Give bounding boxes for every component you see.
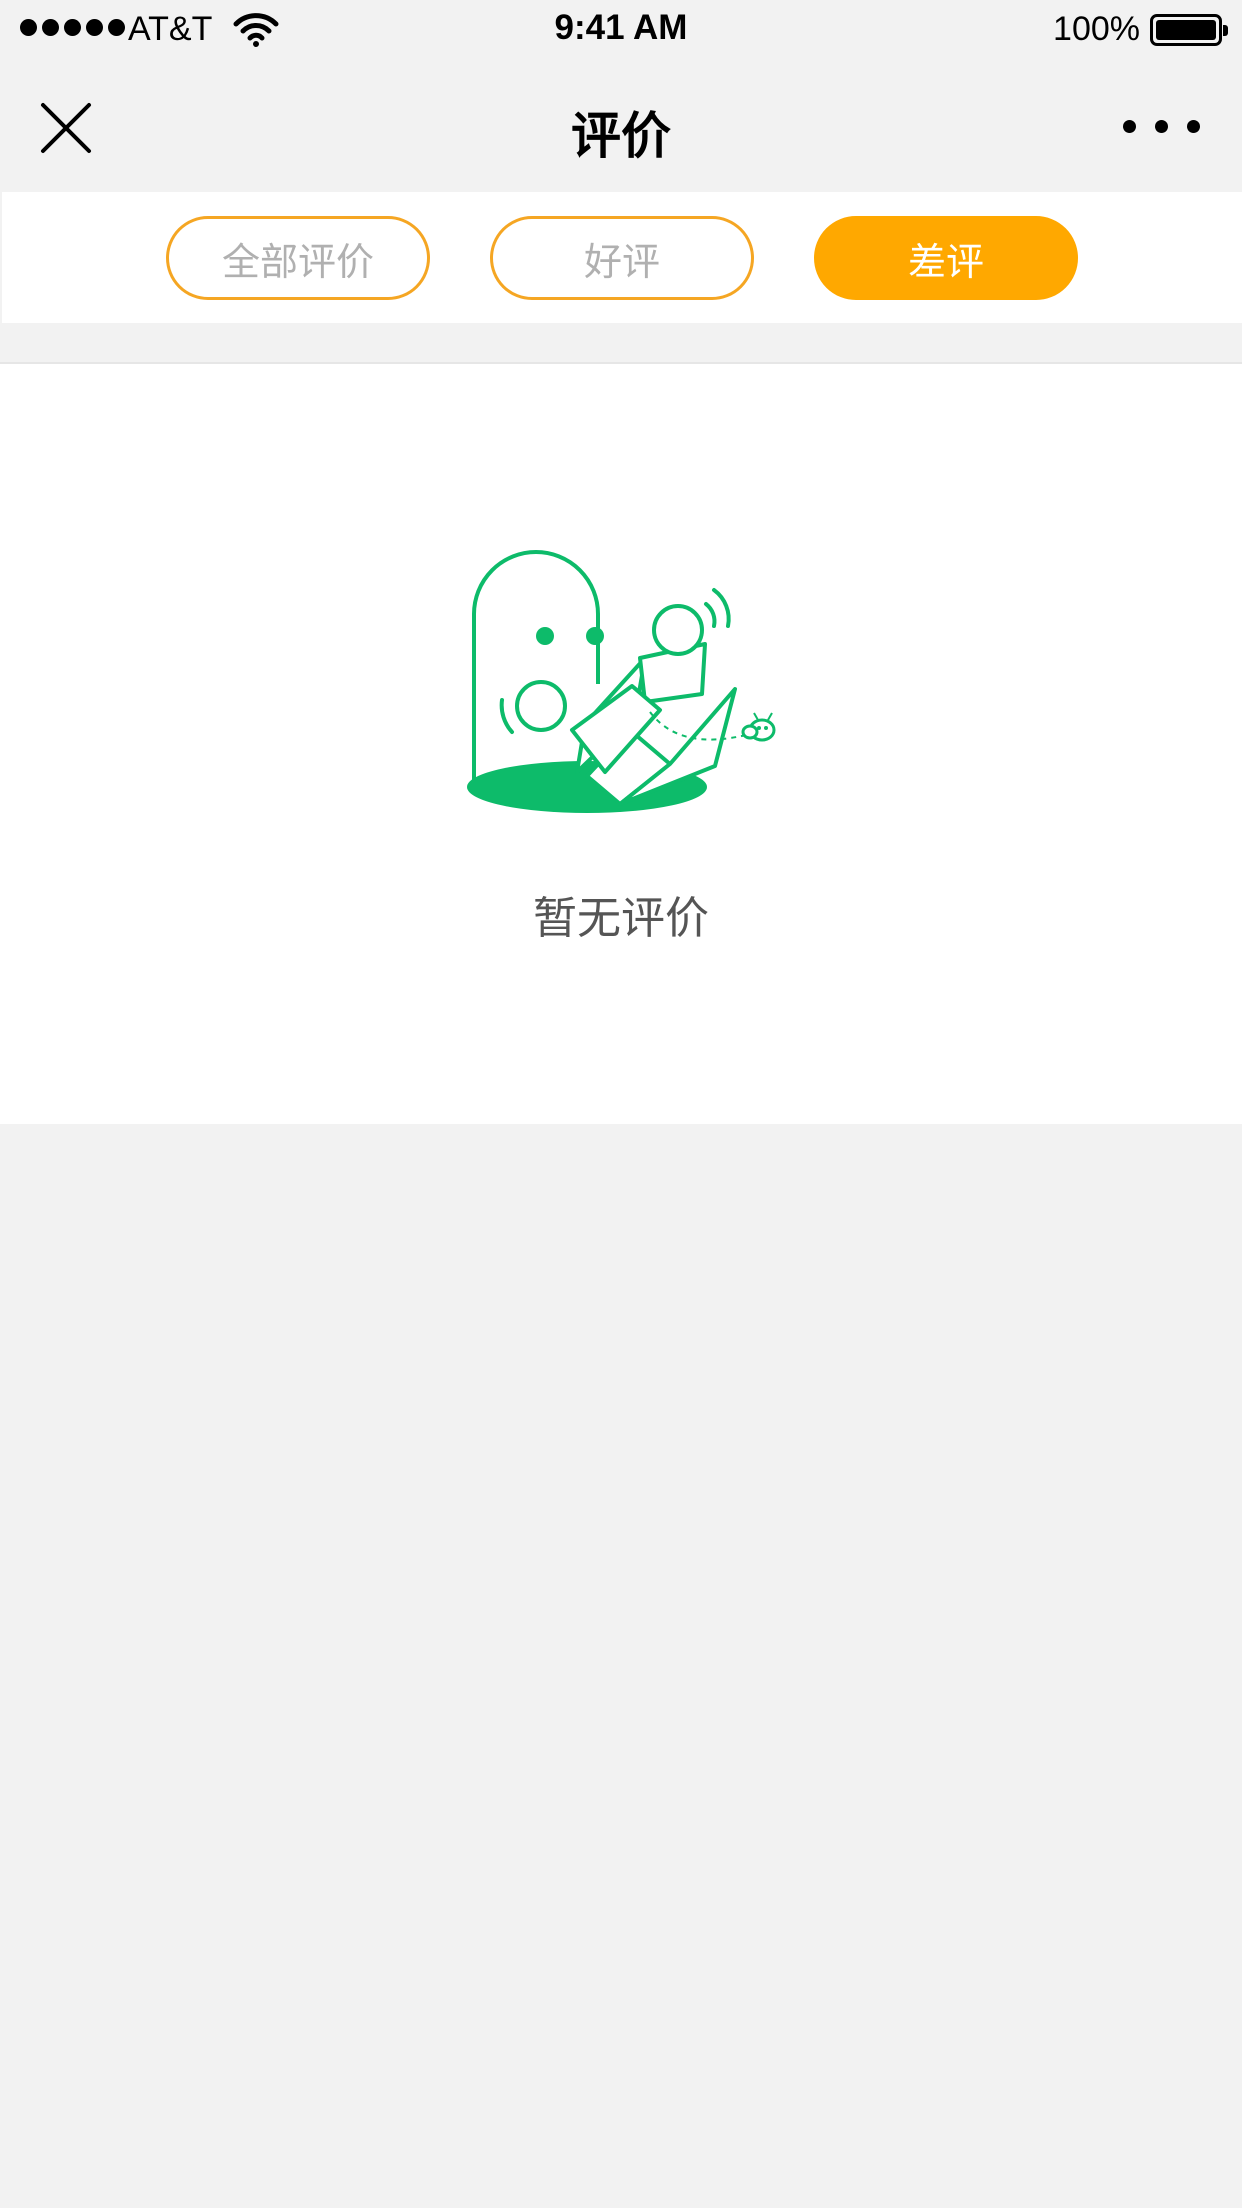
tab-negative-reviews[interactable]: 差评 bbox=[814, 216, 1078, 300]
robot-box-illustration bbox=[467, 550, 776, 813]
tab-positive-reviews[interactable]: 好评 bbox=[490, 216, 754, 300]
reviews-content: 暂无评价 bbox=[0, 362, 1242, 1124]
tab-all-reviews[interactable]: 全部评价 bbox=[166, 216, 430, 300]
battery-percentage: 100% bbox=[1053, 10, 1140, 48]
more-options-button[interactable] bbox=[1123, 114, 1200, 139]
screen: AT&T 9:41 AM 100% 评价 全部评价 好评 差评 暂无评价 bbox=[0, 0, 1242, 2208]
navigation-bar: 评价 bbox=[0, 60, 1242, 190]
more-icon bbox=[1123, 120, 1136, 133]
status-bar: AT&T 9:41 AM 100% bbox=[0, 0, 1242, 60]
page-title: 评价 bbox=[571, 107, 671, 165]
review-filter-bar: 全部评价 好评 差评 bbox=[2, 192, 1242, 323]
empty-state-message: 暂无评价 bbox=[533, 893, 709, 944]
battery-icon bbox=[1150, 14, 1228, 46]
